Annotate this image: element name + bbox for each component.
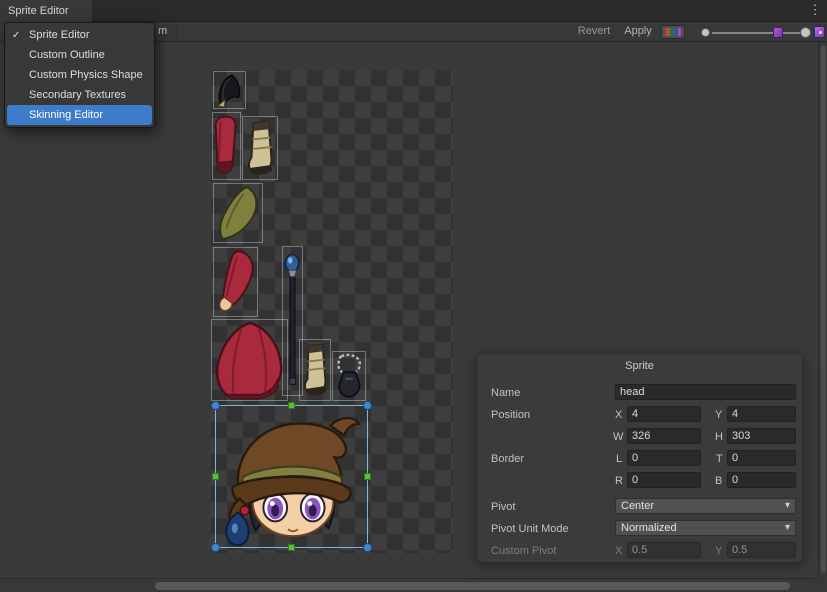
custom-pivot-label: Custom Pivot: [491, 545, 556, 557]
pivot-unit-mode-value: Normalized: [621, 522, 677, 534]
position-x-prefix: X: [615, 409, 622, 421]
pivot-unit-mode-label: Pivot Unit Mode: [491, 523, 569, 535]
revert-button[interactable]: Revert: [573, 25, 615, 37]
hat-tip-image: [214, 72, 245, 108]
cloak-image: [212, 320, 287, 400]
border-b-prefix: B: [715, 475, 722, 487]
position-y-input[interactable]: [727, 406, 796, 422]
sprite-piece-sleeve[interactable]: [212, 112, 241, 180]
window-tab-label: Sprite Editor: [8, 5, 69, 17]
selection-handle-corner-top-left[interactable]: [211, 401, 220, 410]
pivot-select[interactable]: Center ▾: [615, 498, 796, 514]
chevron-down-icon: ▾: [785, 500, 790, 511]
rgb-swatch-icon: [665, 28, 681, 36]
pivot-unit-mode-select[interactable]: Normalized ▾: [615, 520, 796, 536]
menu-item-custom-physics-shape[interactable]: Custom Physics Shape: [5, 65, 154, 85]
horizontal-scrollbar[interactable]: [0, 578, 818, 592]
border-t-prefix: T: [716, 453, 723, 465]
zoom-slider-track[interactable]: [712, 32, 804, 34]
scrollbar-corner: [818, 578, 827, 592]
toolbar-separator: [177, 24, 178, 40]
position-w-input[interactable]: [627, 428, 701, 444]
sprite-piece-scarf[interactable]: [213, 183, 263, 243]
sprite-editor-mode-dropdown-button[interactable]: Sprite Editor: [0, 0, 92, 22]
menu-item-label: Sprite Editor: [29, 29, 90, 41]
position-label: Position: [491, 409, 530, 421]
mip-slider-marker-icon[interactable]: [773, 27, 783, 38]
pivot-label: Pivot: [491, 501, 515, 513]
sprite-piece-hat-tip[interactable]: [213, 71, 246, 109]
menu-item-label: Custom Outline: [29, 49, 105, 61]
border-l-prefix: L: [616, 453, 622, 465]
arm-image: [214, 248, 257, 316]
selection-handle-corner-bottom-right[interactable]: [363, 543, 372, 552]
sprite-piece-arm[interactable]: [213, 247, 258, 317]
vertical-scrollbar-thumb[interactable]: [821, 45, 826, 573]
menu-item-skinning-editor[interactable]: Skinning Editor: [7, 105, 152, 125]
sleeve-image: [213, 113, 240, 179]
sprite-editor-mode-menu: ✓ Sprite Editor Custom Outline Custom Ph…: [4, 22, 155, 128]
position-x-input[interactable]: [627, 406, 701, 422]
border-t-input[interactable]: [727, 450, 796, 466]
position-h-prefix: H: [715, 431, 723, 443]
color-alpha-toggle-button[interactable]: [661, 25, 685, 39]
sprite-piece-boot-2[interactable]: [299, 339, 331, 401]
position-y-prefix: Y: [715, 409, 722, 421]
custom-pivot-x-input: [627, 542, 701, 558]
checkmark-icon: ✓: [12, 30, 20, 41]
border-r-input[interactable]: [627, 472, 701, 488]
panel-title: Sprite: [477, 360, 802, 372]
selected-sprite-head[interactable]: [215, 405, 368, 548]
selection-handle-edge-bottom[interactable]: [288, 544, 295, 551]
selection-handle-edge-top[interactable]: [288, 402, 295, 409]
scarf-image: [214, 184, 262, 242]
necklace-image: [333, 352, 365, 400]
border-r-prefix: R: [615, 475, 623, 487]
apply-button[interactable]: Apply: [618, 25, 658, 37]
selection-handle-edge-right[interactable]: [364, 473, 371, 480]
vertical-scrollbar[interactable]: [818, 42, 827, 578]
selection-handle-corner-bottom-left[interactable]: [211, 543, 220, 552]
selection-handle-edge-left[interactable]: [212, 473, 219, 480]
head-image: [216, 406, 367, 547]
pivot-select-value: Center: [621, 500, 654, 512]
menu-item-sprite-editor[interactable]: ✓ Sprite Editor: [5, 25, 154, 45]
sprite-piece-necklace[interactable]: [332, 351, 366, 401]
sprite-inspector-panel: Sprite Name Position X Y W H Border L T …: [476, 353, 803, 563]
zoom-slider-knob[interactable]: [701, 28, 710, 37]
position-w-prefix: W: [613, 431, 623, 443]
selection-handle-corner-top-right[interactable]: [363, 401, 372, 410]
boot-2-image: [300, 340, 330, 400]
sprite-editor-window: Sprite Editor ⋮ m Revert Apply: [0, 0, 827, 592]
sprite-piece-boot[interactable]: [242, 116, 278, 180]
horizontal-scrollbar-thumb[interactable]: [155, 582, 790, 590]
menu-item-label: Secondary Textures: [29, 89, 126, 101]
position-h-input[interactable]: [727, 428, 796, 444]
kebab-menu-icon[interactable]: ⋮: [808, 2, 822, 20]
border-label: Border: [491, 453, 524, 465]
menu-item-custom-outline[interactable]: Custom Outline: [5, 45, 154, 65]
custom-pivot-y-prefix: Y: [715, 545, 722, 557]
sprite-piece-cloak[interactable]: [211, 319, 288, 401]
chevron-down-icon: ▾: [785, 522, 790, 533]
mip-slider-knob[interactable]: [800, 27, 811, 38]
name-input[interactable]: [615, 384, 796, 400]
custom-pivot-x-prefix: X: [615, 545, 622, 557]
custom-pivot-y-input: [727, 542, 796, 558]
boot-image: [243, 117, 277, 179]
name-label: Name: [491, 387, 520, 399]
titlebar: Sprite Editor ⋮: [0, 0, 827, 22]
menu-item-label: Skinning Editor: [29, 109, 103, 121]
border-l-input[interactable]: [627, 450, 701, 466]
menu-item-label: Custom Physics Shape: [29, 69, 143, 81]
menu-item-secondary-textures[interactable]: Secondary Textures: [5, 85, 154, 105]
mipmap-icon: [814, 26, 825, 38]
border-b-input[interactable]: [727, 472, 796, 488]
partial-hidden-toolbar-button[interactable]: m: [158, 25, 167, 37]
